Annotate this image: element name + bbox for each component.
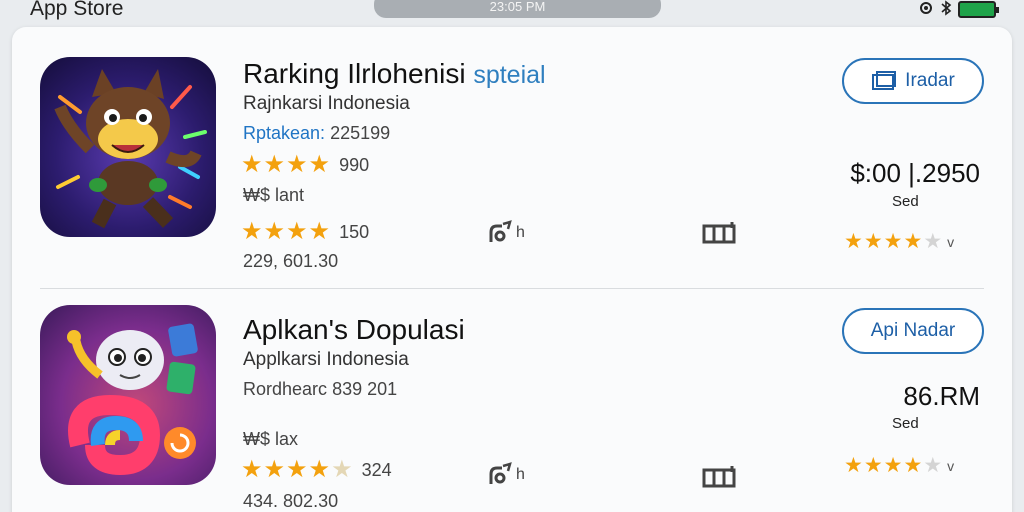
- download-button[interactable]: Api Nadar: [842, 308, 984, 354]
- rating-row-secondary: ★★★★ 150: [241, 220, 369, 244]
- star-rating-icon: ★★★★★: [844, 454, 944, 477]
- app-list-item[interactable]: Rarking Ilrlohenisi spteial Rajnkarsi In…: [12, 27, 1012, 271]
- rating-count: 324: [361, 459, 392, 480]
- time-pill: 23:05 PM: [374, 0, 661, 18]
- app-info-value: 225199: [330, 123, 391, 143]
- app-title-main: Aplkan's Dopulasi: [243, 314, 465, 345]
- user-rating[interactable]: ★★★★★ v: [844, 231, 954, 252]
- star-rating-icon: ★★★★: [241, 151, 332, 178]
- chevron-down-icon[interactable]: v: [947, 234, 954, 250]
- app-title: App Store: [30, 0, 124, 20]
- app-downloads: 434. 802.30: [243, 491, 339, 511]
- time-text: 23:05 PM: [489, 0, 546, 14]
- rating-count: 150: [339, 221, 370, 242]
- user-rating[interactable]: ★★★★★ v: [844, 455, 954, 476]
- bluetooth-icon: [940, 0, 952, 19]
- status-bar: App Store 23:05 PM: [0, 0, 1024, 24]
- app-meta: ₩$ lax: [243, 429, 299, 449]
- download-button-label: Api Nadar: [870, 320, 956, 341]
- app-info-line: Rordhearc 839 201: [243, 379, 397, 400]
- share-icon[interactable]: h: [488, 220, 525, 246]
- rating-row: ★★★★ 990: [241, 153, 369, 177]
- app-price: $:00 |.2950: [850, 158, 980, 188]
- app-info-line: Rptakean: 225199: [243, 123, 390, 144]
- star-rating-icon: ★★★★: [241, 218, 332, 245]
- app-meta: ₩$ lant: [243, 185, 305, 205]
- status-icons: [918, 0, 999, 19]
- app-subtitle: Rajnkarsi Indonesia: [243, 93, 410, 114]
- rating-row: ★★★★★ 324: [241, 458, 392, 482]
- app-list-card: Rarking Ilrlohenisi spteial Rajnkarsi In…: [12, 27, 1012, 512]
- app-title-text[interactable]: Rarking Ilrlohenisi spteial: [243, 58, 546, 90]
- price-caption: Sed: [892, 415, 919, 432]
- location-icon: [918, 0, 934, 19]
- folder-icon: [872, 71, 897, 90]
- app-info-value: 839 201: [332, 379, 398, 399]
- app-info-label: Rptakean:: [243, 123, 326, 143]
- price-caption: Sed: [892, 193, 919, 210]
- stats-icon[interactable]: [702, 464, 738, 488]
- star-rating-icon: ★★★★★: [241, 456, 354, 483]
- app-subtitle: Applkarsi Indonesia: [243, 349, 409, 370]
- stats-icon[interactable]: [702, 220, 738, 244]
- app-downloads: 229, 601.30: [243, 251, 339, 271]
- app-title-text[interactable]: Aplkan's Dopulasi: [243, 314, 465, 346]
- download-button[interactable]: Iradar: [842, 58, 984, 104]
- chevron-down-icon[interactable]: v: [947, 458, 954, 474]
- app-price: 86.RM: [903, 381, 980, 411]
- download-button-label: Iradar: [905, 70, 955, 91]
- app-title-main: Rarking Ilrlohenisi: [243, 58, 466, 89]
- app-list-item[interactable]: Aplkan's Dopulasi Applkarsi Indonesia Ro…: [12, 289, 1012, 512]
- star-rating-icon: ★★★★★: [844, 230, 944, 253]
- battery-icon: [958, 1, 999, 18]
- share-icon[interactable]: h: [488, 462, 525, 488]
- rating-count: 990: [339, 154, 370, 175]
- cartoon-worm-icon[interactable]: [40, 305, 216, 485]
- app-title-accent: spteial: [473, 61, 546, 89]
- cartoon-cat-icon[interactable]: [40, 57, 216, 237]
- app-info-label: Rordhearc: [243, 379, 328, 399]
